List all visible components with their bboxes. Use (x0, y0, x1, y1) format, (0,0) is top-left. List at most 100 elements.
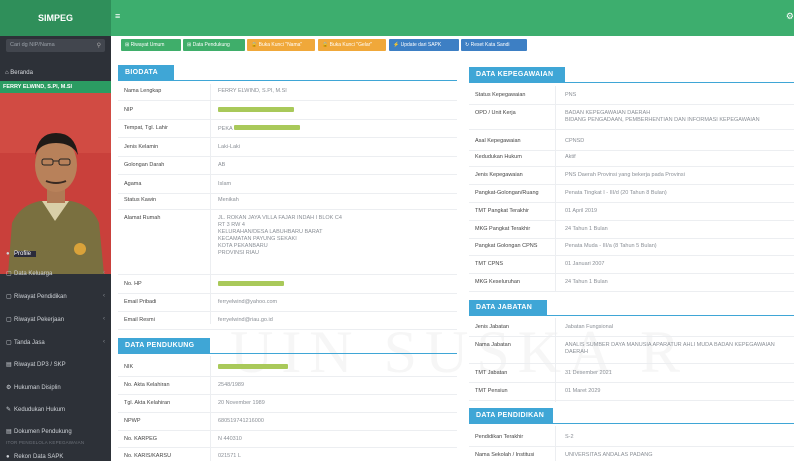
table-row: Golongan Darah AB (118, 162, 457, 175)
sidebar-item-label: Dokumen Pendukung (14, 429, 72, 435)
reset-password-button[interactable]: ↻ Reset Kata Sandi (461, 39, 527, 51)
sidebar-item-label: Riwayat Pendidikan (14, 294, 67, 300)
sidebar-section-caption: ITOR PENGELOLA KEPEGAWAIAN (6, 440, 85, 445)
field-value: Menikah (218, 197, 239, 203)
sidebar-item-label: Riwayat DP3 / SKP (14, 362, 66, 368)
buka-kunci-nama-button[interactable]: 🔒 Buka Kunci "Nama" (247, 39, 315, 51)
chevron-left-icon: ‹ (103, 339, 105, 345)
table-row: Status Kepegawaian PNS (469, 92, 794, 105)
field-label: Alamat Rumah (124, 215, 161, 221)
sidebar-item-profile[interactable]: ● Profile (0, 246, 111, 264)
sidebar-item-riwayat-pekerjaan[interactable]: ▢ Riwayat Pekerjaan ‹ (0, 311, 111, 329)
table-row: NIP (118, 107, 457, 120)
buka-kunci-gelar-button[interactable]: 🔒 Buka Kunci "Gelar" (318, 39, 386, 51)
sidebar-item-tanda-jasa[interactable]: ▢ Tanda Jasa ‹ (0, 334, 111, 352)
list-icon: ▤ (6, 362, 12, 368)
field-label: Jenis Kelamin (124, 144, 159, 150)
menu-toggle-icon[interactable]: ≡ (115, 11, 120, 21)
sidebar-item-dokumen-pendukung[interactable]: ▤ Dokumen Pendukung (0, 423, 111, 441)
field-label: Email Resmi (124, 317, 155, 323)
field-label: NIK (124, 364, 134, 370)
settings-icon[interactable]: ⚙ (786, 11, 794, 22)
field-value: 24 Tahun 1 Bulan (565, 226, 608, 232)
sidebar-item-kedudukan-hukum[interactable]: ✎ Kedudukan Hukum (0, 401, 111, 419)
field-value: ferryelwind@yahoo.com (218, 299, 278, 305)
field-label: Nama Sekolah / Institusi (475, 452, 535, 458)
kepegawaian-heading: DATA KEPEGAWAIAN (469, 67, 565, 82)
file-icon: ▢ (6, 294, 12, 300)
sidebar-item-hukuman-disiplin[interactable]: ⚙ Hukuman Disiplin (0, 379, 111, 397)
table-row: NPWP 680519741216000 (118, 418, 457, 431)
field-label: Status Kepegawaian (475, 92, 526, 98)
field-value: ferryelwind@riau.go.id (218, 317, 273, 323)
table-row: MKG Keseluruhan 24 Tahun 1 Bulan (469, 279, 794, 292)
field-value: Islam (218, 181, 232, 187)
field-value: Aktif (565, 154, 576, 160)
field-value: 31 Desember 2021 (565, 370, 612, 376)
sidebar: Cari dg NIP/Nama ⚲ ⌂ Beranda FERRY ELWIN… (0, 36, 111, 461)
sidebar-item-label: Beranda (10, 70, 33, 76)
field-value: Penata Muda - III/a (8 Tahun 5 Bulan) (565, 243, 657, 249)
address-line: RT 3 RW 4 (218, 222, 245, 228)
field-value: S-2 (565, 434, 574, 440)
table-row: Nama Jabatan ANALIS SUMBER DAYA MANUSIA … (469, 342, 794, 364)
field-label: Nama Lengkap (124, 88, 162, 94)
sidebar-item-label: Rekon Data SAPK (14, 454, 64, 460)
file-icon: ▢ (6, 317, 12, 323)
redacted-mark (218, 281, 284, 286)
field-label: TMT Pangkat Terakhir (475, 208, 529, 214)
field-label: MKG Keseluruhan (475, 279, 520, 285)
table-row: TMT Pensiun 01 Maret 2029 (469, 388, 794, 401)
table-row: Nama Lengkap FERRY ELWIND, S.PI, M.SI (118, 88, 457, 101)
chevron-left-icon: ‹ (103, 293, 105, 299)
field-label: Pangkat-Golongan/Ruang (475, 190, 539, 196)
update-sapk-button[interactable]: ⚡ Update dari SAPK (389, 39, 459, 51)
data-pendukung-button[interactable]: ⊞ Data Pendukung (183, 39, 245, 51)
table-row: TMT Pangkat Terakhir 01 April 2019 (469, 208, 794, 221)
redacted-mark (218, 364, 288, 369)
search-input[interactable]: Cari dg NIP/Nama ⚲ (6, 39, 105, 52)
sidebar-item-label: Data Keluarga (14, 271, 53, 277)
redacted-mark (218, 107, 294, 112)
nik-value (218, 364, 288, 372)
address-line: JL. ROKAN JAYA VILLA FAJAR INDAH I BLOK … (218, 215, 342, 221)
field-value: 2548/1989 (218, 382, 244, 388)
field-value: 01 Maret 2029 (565, 388, 601, 394)
sidebar-item-beranda[interactable]: ⌂ Beranda (5, 70, 33, 76)
table-row: TMT CPNS 01 Januari 2007 (469, 261, 794, 274)
field-label: Nama Jabatan (475, 342, 511, 348)
sidebar-item-riwayat-dp3-skp[interactable]: ▤ Riwayat DP3 / SKP (0, 356, 111, 374)
value-line: BIDANG PENGADAAN, PEMBERHENTIAN DAN INFO… (565, 117, 760, 123)
riwayat-umum-button[interactable]: ⊞ Riwayat Umum (121, 39, 181, 51)
table-row: Tgl. Akta Kelahiran 20 November 1989 (118, 400, 457, 413)
chevron-left-icon: ‹ (103, 270, 105, 276)
value-line: DAERAH (565, 349, 588, 355)
field-label: Tempat, Tgl. Lahir (124, 125, 168, 131)
biodata-heading: BIODATA (118, 65, 174, 80)
table-row: Kedudukan Hukum Aktif (469, 154, 794, 167)
field-label: Golongan Darah (124, 162, 165, 168)
sidebar-item-rekon-data-sapk[interactable]: ● Rekon Data SAPK (0, 449, 111, 461)
sidebar-item-riwayat-pendidikan[interactable]: ▢ Riwayat Pendidikan ‹ (0, 288, 111, 306)
table-row: Pangkat Golongan CPNS Penata Muda - III/… (469, 243, 794, 256)
table-row: MKG Pangkat Terakhir 24 Tahun 1 Bulan (469, 226, 794, 239)
jabatan-divider (469, 315, 794, 316)
search-icon[interactable]: ⚲ (97, 42, 101, 49)
sidebar-item-data-keluarga[interactable]: ▢ Data Keluarga ‹ (0, 265, 111, 283)
jabatan-heading: DATA JABATAN (469, 300, 547, 315)
table-row: Asal Kepegawaian CPNSD (469, 138, 794, 151)
field-label: NPWP (124, 418, 141, 424)
table-row: No. KARIS/KARSU 021571 L (118, 453, 457, 461)
value-line: ANALIS SUMBER DAYA MANUSIA APARATUR AHLI… (565, 342, 775, 348)
sync-icon: ● (6, 454, 10, 460)
field-label: Asal Kepegawaian (475, 138, 521, 144)
field-label: NIP (124, 107, 134, 113)
sidebar-item-label: Hukuman Disiplin (14, 385, 61, 391)
field-value: PNS (565, 92, 577, 98)
field-value: Laki-Laki (218, 144, 241, 150)
field-label: No. KARPEG (124, 436, 158, 442)
app-brand[interactable]: SIMPEG (0, 0, 111, 36)
field-label: Pendidikan Terakhir (475, 434, 524, 440)
field-label: TMT Pensiun (475, 388, 508, 394)
table-row: Email Pribadi ferryelwind@yahoo.com (118, 299, 457, 312)
